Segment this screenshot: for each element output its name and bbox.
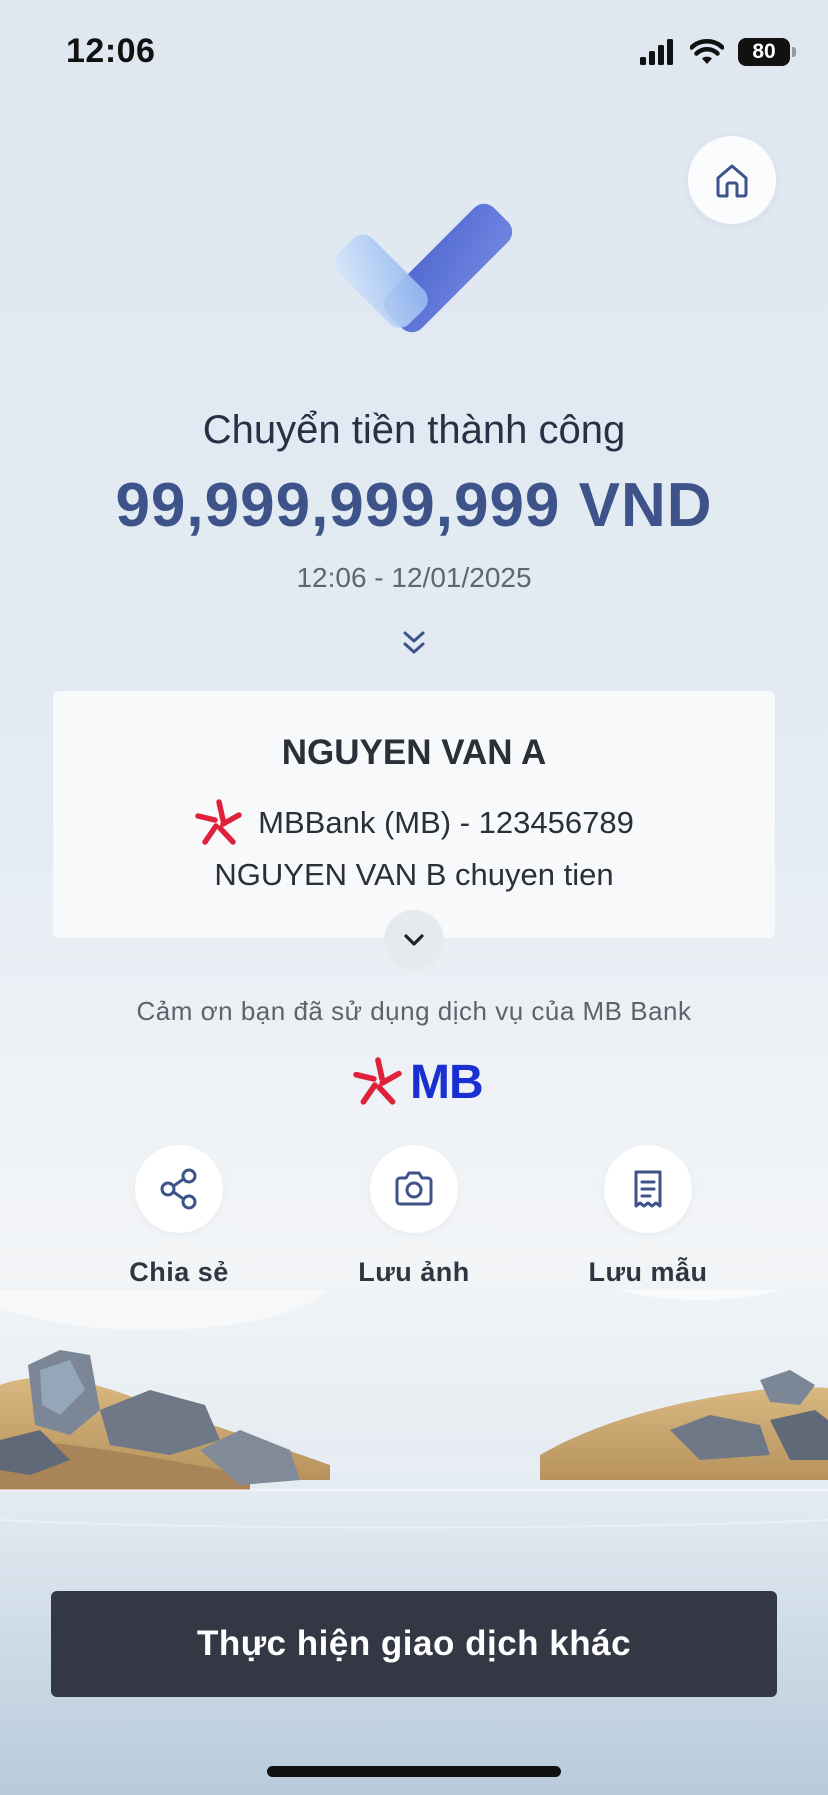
- home-indicator[interactable]: [267, 1766, 561, 1777]
- recipient-card: NGUYEN VAN A MBBank (MB) - 123456789 NGU…: [53, 691, 775, 938]
- transfer-amount: 99,999,999,999 VND: [115, 471, 713, 540]
- signal-icon: [640, 39, 673, 65]
- landscape-background: [0, 1290, 828, 1795]
- status-icons: 80: [640, 38, 796, 66]
- double-chevron-down-icon[interactable]: [400, 628, 428, 658]
- mb-logo: MB: [352, 1054, 484, 1110]
- transfer-datetime: 12:06 - 12/01/2025: [296, 562, 532, 593]
- success-title: Chuyển tiền thành công: [202, 408, 626, 452]
- status-bar: 12:06 80: [0, 0, 828, 100]
- recipient-bank-row: MBBank (MB) - 123456789: [53, 798, 775, 848]
- success-check-icon: [334, 203, 513, 333]
- wifi-icon: [690, 39, 724, 64]
- recipient-bank-account: MBBank (MB) - 123456789: [258, 805, 634, 840]
- expand-details-button[interactable]: [384, 910, 444, 970]
- mb-star-icon: [195, 799, 242, 845]
- new-transaction-button[interactable]: Thực hiện giao dịch khác: [51, 1591, 777, 1697]
- home-button[interactable]: [688, 136, 776, 224]
- save-image-button[interactable]: [370, 1145, 458, 1233]
- camera-icon: [395, 1171, 433, 1206]
- status-time: 12:06: [66, 32, 156, 70]
- share-label: Chia sẻ: [129, 1257, 229, 1287]
- share-icon: [160, 1168, 197, 1210]
- save-template-button[interactable]: [604, 1145, 692, 1233]
- recipient-name: NGUYEN VAN A: [281, 733, 547, 772]
- share-button[interactable]: [135, 1145, 223, 1233]
- save-image-action[interactable]: Lưu ảnh: [334, 1145, 494, 1288]
- transfer-note: NGUYEN VAN B chuyen tien: [214, 857, 614, 892]
- save-template-label: Lưu mẫu: [588, 1257, 708, 1287]
- chevron-down-icon: [404, 934, 424, 946]
- home-icon: [716, 164, 748, 198]
- battery-icon: 80: [738, 38, 796, 66]
- mb-logo-text: MB: [410, 1055, 484, 1109]
- save-image-label: Lưu ảnh: [358, 1257, 470, 1287]
- thanks-message: Cảm ơn bạn đã sử dụng dịch vụ của MB Ban…: [136, 996, 692, 1026]
- save-template-action[interactable]: Lưu mẫu: [568, 1145, 728, 1288]
- battery-level: 80: [752, 40, 776, 63]
- mb-star-icon: [353, 1057, 402, 1105]
- share-action[interactable]: Chia sẻ: [99, 1145, 259, 1288]
- receipt-icon: [634, 1170, 662, 1208]
